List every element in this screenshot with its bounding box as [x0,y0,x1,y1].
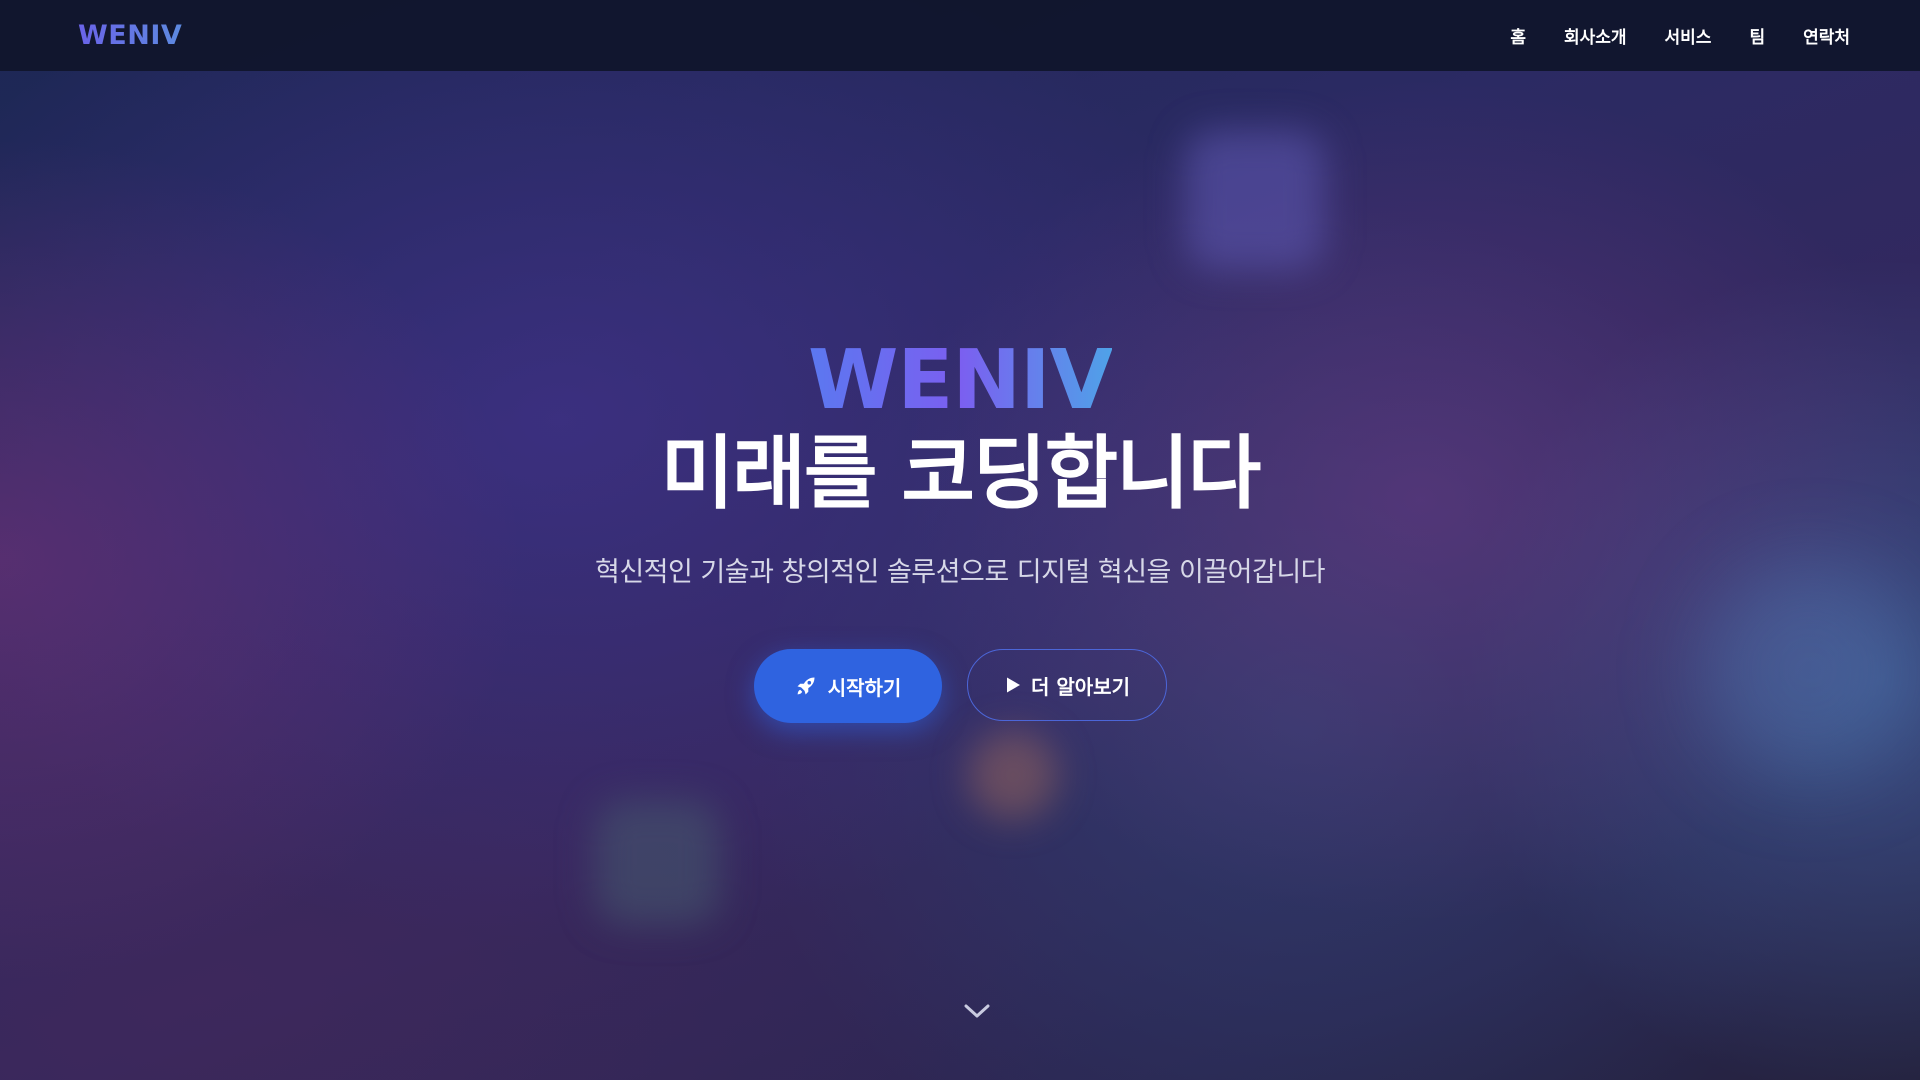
learn-more-button-label: 더 알아보기 [1031,674,1130,699]
cta-row: 시작하기 더 알아보기 [0,649,1920,723]
top-navbar: WENIV 홈 회사소개 서비스 팀 연락처 [0,0,1920,71]
logo[interactable]: WENIV [78,20,182,51]
hero-brand: WENIV [807,333,1113,428]
play-icon [1003,675,1023,695]
nav-links: 홈 회사소개 서비스 팀 연락처 [1472,23,1850,48]
learn-more-button[interactable]: 더 알아보기 [966,649,1167,721]
start-button-label: 시작하기 [827,675,902,700]
decorative-blur-shape [595,800,720,925]
hero-subtitle: 혁신적인 기술과 창의적인 솔루션으로 디지털 혁신을 이끌어갑니다 [594,557,1326,588]
nav-link-about[interactable]: 회사소개 [1564,23,1627,48]
start-button[interactable]: 시작하기 [753,649,942,723]
decorative-blur-shape [1185,130,1325,270]
nav-link-contact[interactable]: 연락처 [1803,23,1850,48]
nav-link-team[interactable]: 팀 [1749,23,1765,48]
chevron-down-icon[interactable] [962,1000,992,1022]
nav-link-services[interactable]: 서비스 [1665,23,1712,48]
hero-section: WENIV 미래를 코딩합니다 혁신적인 기술과 창의적인 솔루션으로 디지털 … [0,340,1920,723]
decorative-blur-shape [968,730,1058,820]
nav-link-home[interactable]: 홈 [1510,23,1526,48]
rocket-icon [794,674,818,698]
landing-page: WENIV 홈 회사소개 서비스 팀 연락처 WENIV 미래를 코딩합니다 혁… [0,0,1920,1080]
hero-title: 미래를 코딩합니다 [660,427,1262,520]
